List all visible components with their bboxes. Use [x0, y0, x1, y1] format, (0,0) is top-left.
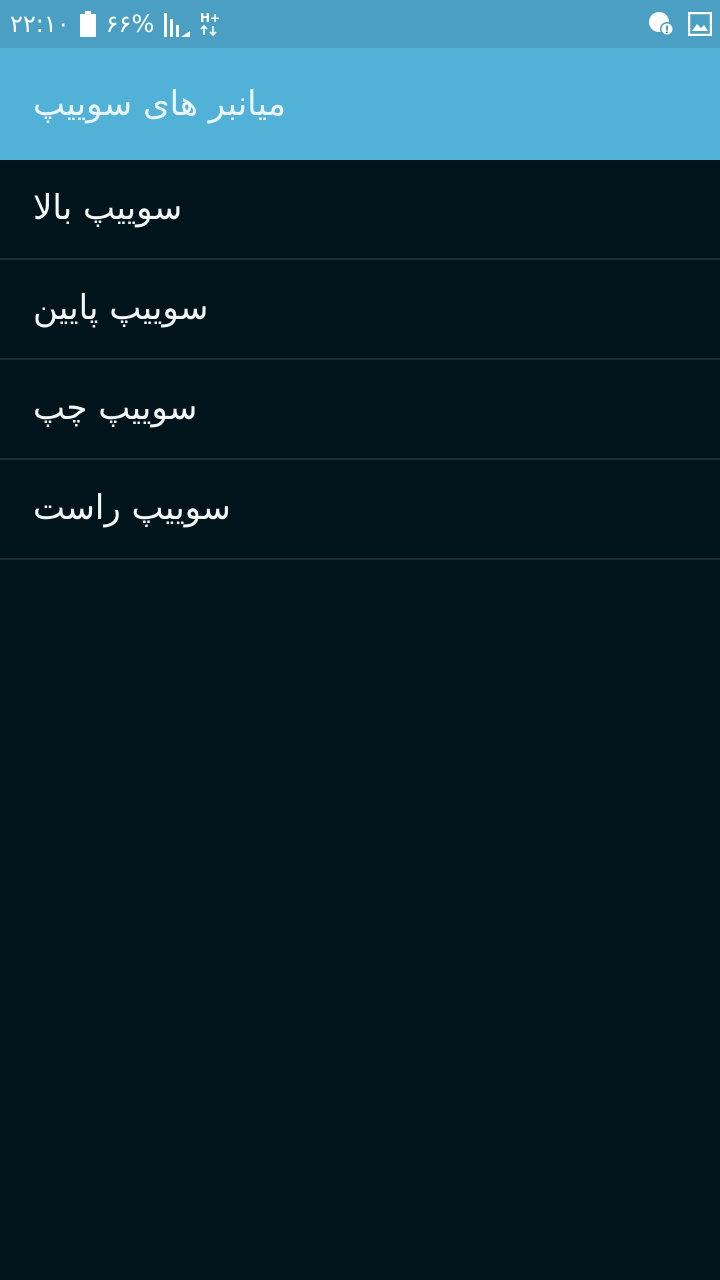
swipe-shortcut-list: سوییپ بالا سوییپ پایین سوییپ چپ سوییپ را…	[0, 160, 720, 560]
notification-alert-icon	[648, 11, 674, 37]
gallery-icon	[688, 12, 712, 36]
battery-icon	[79, 11, 96, 37]
network-type-label: H+	[200, 11, 220, 25]
list-item-swipe-right[interactable]: سوییپ راست	[0, 460, 720, 560]
list-item-swipe-down[interactable]: سوییپ پایین	[0, 260, 720, 360]
status-bar: ۲۲:۱۰ ۶۶% H+	[0, 0, 720, 48]
network-hplus-icon: H+	[200, 11, 220, 37]
list-item-label: سوییپ چپ	[33, 388, 198, 428]
app-bar: میانبر های سوییپ	[0, 48, 720, 160]
list-item-swipe-up[interactable]: سوییپ بالا	[0, 160, 720, 260]
list-item-swipe-left[interactable]: سوییپ چپ	[0, 360, 720, 460]
status-right-group	[648, 0, 712, 48]
status-left-group: ۲۲:۱۰ ۶۶% H+	[10, 0, 220, 48]
signal-icon	[164, 11, 191, 37]
list-item-label: سوییپ راست	[33, 488, 231, 528]
page-title: میانبر های سوییپ	[33, 84, 286, 124]
list-item-label: سوییپ پایین	[33, 288, 209, 328]
battery-percent: ۶۶%	[105, 10, 155, 38]
list-item-label: سوییپ بالا	[33, 188, 183, 228]
status-time: ۲۲:۱۰	[10, 10, 70, 38]
